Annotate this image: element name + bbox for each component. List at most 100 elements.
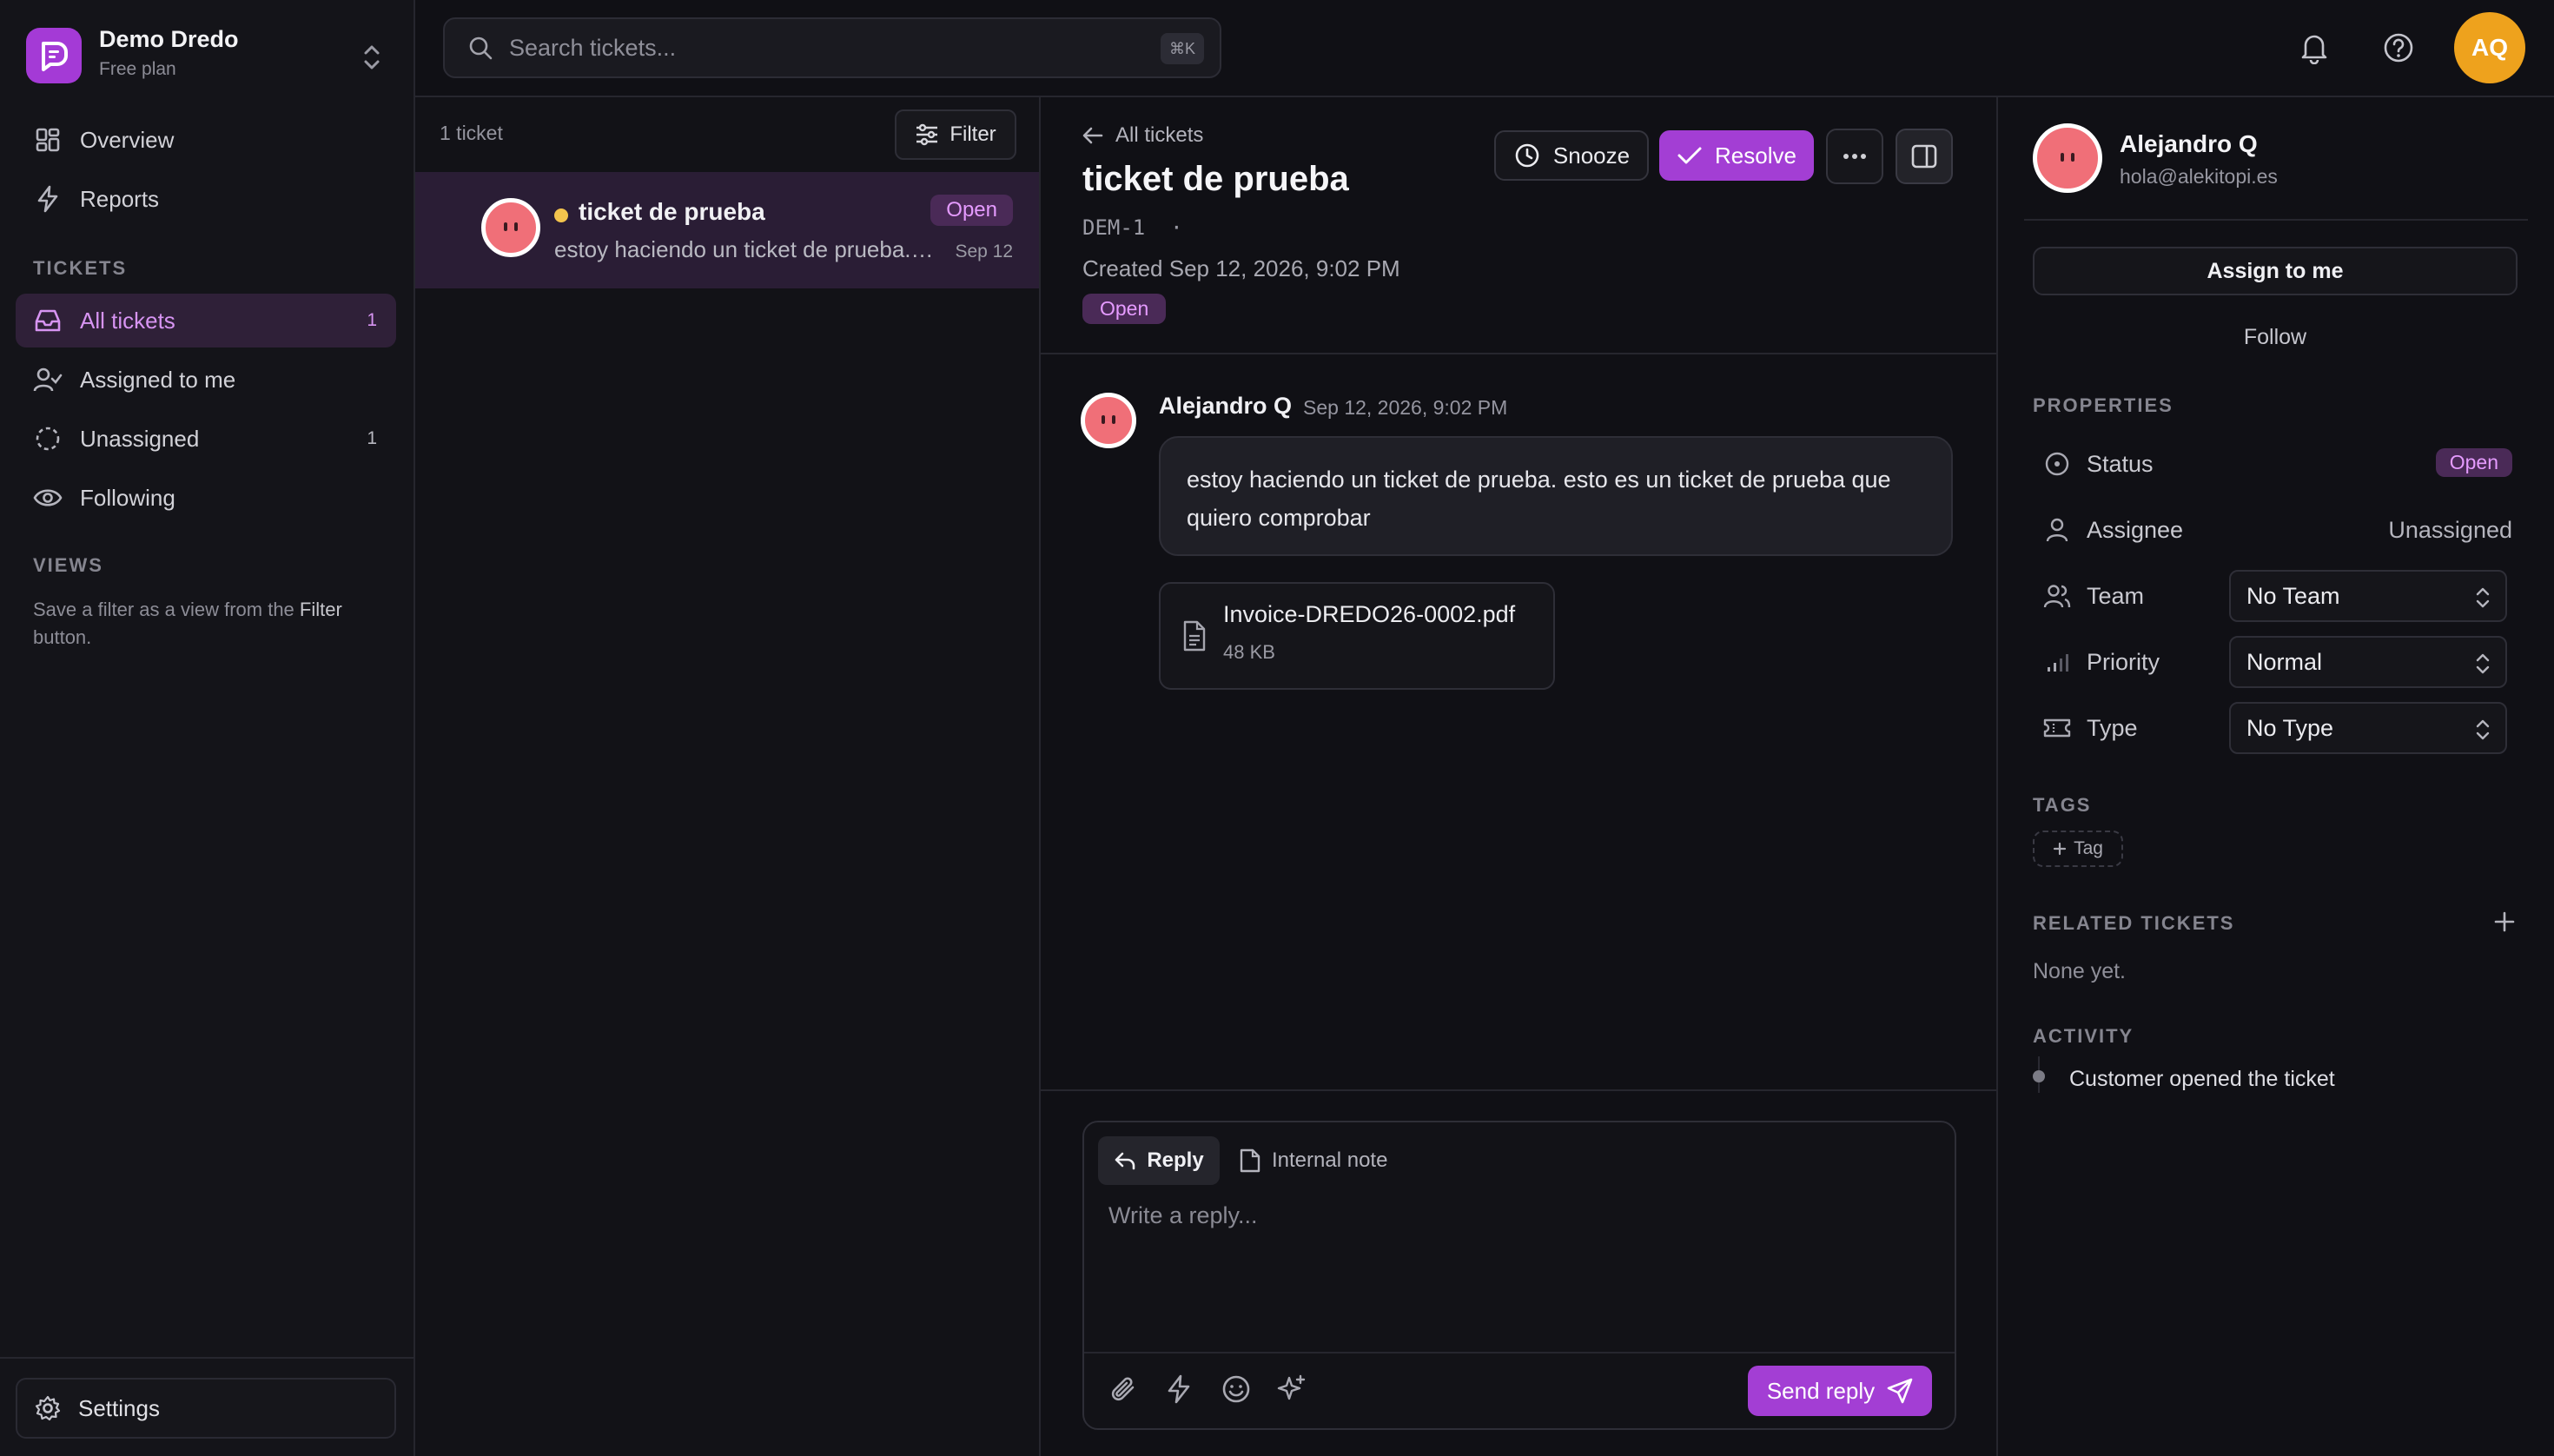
help-icon[interactable] (2382, 31, 2415, 64)
search-box[interactable]: ⌘K (443, 17, 1221, 78)
customer-name[interactable]: Alejandro Q (2120, 130, 2258, 158)
tab-internal-note[interactable]: Internal note (1239, 1136, 1387, 1185)
grid-icon (33, 125, 63, 155)
back-to-all-tickets[interactable]: All tickets (1082, 123, 1203, 148)
reply-input[interactable] (1108, 1202, 1934, 1324)
nav-all-tickets[interactable]: All tickets 1 (16, 294, 396, 347)
nav-label: All tickets (80, 307, 175, 334)
settings-button[interactable]: Settings (16, 1378, 396, 1439)
property-label: Assignee (2087, 516, 2184, 543)
paperclip-icon[interactable] (1110, 1374, 1138, 1404)
ticket-snippet: estoy haciendo un ticket de prueba. esto… (554, 236, 936, 262)
views-hint: Save a filter as a view from the Filter … (33, 599, 342, 648)
note-icon (1239, 1148, 1261, 1173)
type-select-value: No Type (2246, 714, 2334, 741)
property-status: Status Open (2043, 438, 2512, 490)
assign-to-me-button[interactable]: Assign to me (2033, 247, 2518, 295)
sidebar-panel-icon (1911, 144, 1937, 169)
team-select[interactable]: No Team (2229, 570, 2507, 622)
more-horizontal-icon (1843, 153, 1867, 160)
tags-label: TAGS (2033, 794, 2092, 816)
reply-arrow-icon (1114, 1151, 1136, 1170)
message-time: Sep 12, 2026, 9:02 PM (1303, 396, 1508, 419)
ticket-title: ticket de prueba (579, 198, 765, 225)
chevron-updown-icon (2474, 652, 2491, 676)
workspace-plan: Free plan (99, 59, 176, 79)
ticket-details-panel: Alejandro Q hola@alekitopi.es Assign to … (1998, 97, 2554, 1456)
resolve-button[interactable]: Resolve (1659, 130, 1814, 181)
add-tag-label: Tag (2074, 838, 2103, 858)
chevron-updown-icon (2474, 718, 2491, 742)
snooze-button[interactable]: Snooze (1494, 130, 1649, 181)
nav-count: 1 (367, 428, 377, 448)
composer-toolbar-divider (1084, 1352, 1955, 1353)
nav-assigned-to-me[interactable]: Assigned to me (16, 353, 396, 407)
bolt-icon (33, 184, 63, 214)
arrow-left-icon (1082, 126, 1103, 145)
add-tag-button[interactable]: Tag (2033, 831, 2123, 867)
check-icon (1677, 145, 1703, 166)
tab-reply[interactable]: Reply (1098, 1136, 1220, 1185)
toggle-details-panel-button[interactable] (1896, 129, 1953, 184)
nav-label: Unassigned (80, 425, 200, 452)
users-icon (2043, 583, 2071, 609)
add-related-ticket-icon[interactable] (2493, 910, 2516, 933)
tickets-section-label: TICKETS (33, 257, 128, 279)
user-avatar[interactable]: AQ (2454, 12, 2525, 83)
nav-unassigned[interactable]: Unassigned 1 (16, 412, 396, 466)
nav-following[interactable]: Following (16, 471, 396, 525)
ticket-row[interactable]: ticket de prueba Open estoy haciendo un … (415, 172, 1039, 288)
workspace-switcher-icon[interactable] (360, 42, 384, 73)
ticket-date: Sep 12 (955, 242, 1013, 261)
snooze-label: Snooze (1552, 142, 1631, 169)
nav-count: 1 (367, 310, 377, 330)
app-logo[interactable] (26, 28, 82, 83)
properties-label: PROPERTIES (2033, 394, 2174, 416)
search-input[interactable] (509, 34, 1117, 62)
message-bubble: estoy haciendo un ticket de prueba. esto… (1159, 436, 1953, 556)
dashed-circle-icon (33, 424, 63, 453)
activity-label: ACTIVITY (2033, 1025, 2134, 1047)
nav-overview[interactable]: Overview (16, 113, 396, 167)
ticket-header: All tickets ticket de prueba DEM-1 · Cre… (1041, 97, 1996, 354)
chat-logo-icon (42, 42, 68, 71)
nav-label: Overview (80, 126, 175, 153)
sliders-icon (915, 123, 939, 146)
emoji-icon[interactable] (1221, 1374, 1251, 1404)
sparkles-icon[interactable] (1277, 1374, 1307, 1404)
filter-button[interactable]: Filter (895, 109, 1016, 160)
follow-button[interactable]: Follow (2033, 313, 2518, 361)
workspace-name[interactable]: Demo Dredo (99, 26, 239, 53)
user-check-icon (33, 365, 63, 394)
ticket-icon (2043, 717, 2071, 739)
bell-icon[interactable] (2299, 31, 2330, 64)
gear-icon (35, 1395, 61, 1421)
priority-select[interactable]: Normal (2229, 636, 2507, 688)
customer-avatar (481, 198, 540, 257)
chevron-updown-icon (2474, 586, 2491, 610)
customer-email: hola@alekitopi.es (2120, 165, 2278, 188)
property-label: Priority (2087, 648, 2160, 675)
send-reply-button[interactable]: Send reply (1748, 1366, 1932, 1416)
priority-select-value: Normal (2246, 648, 2323, 675)
back-label: All tickets (1115, 123, 1204, 147)
status-circle-icon (2043, 451, 2071, 477)
sidebar: Demo Dredo Free plan Overview Reports TI… (0, 0, 415, 1456)
conversation-panel: All tickets ticket de prueba DEM-1 · Cre… (1041, 97, 1998, 1456)
more-options-button[interactable] (1826, 129, 1883, 184)
team-select-value: No Team (2246, 582, 2340, 609)
status-badge[interactable]: Open (2435, 448, 2512, 477)
file-icon (1181, 620, 1208, 652)
property-assignee: Assignee Unassigned (2043, 504, 2512, 556)
type-select[interactable]: No Type (2229, 702, 2507, 754)
reply-composer: Reply Internal note Send reply (1082, 1121, 1956, 1430)
send-icon (1887, 1378, 1913, 1404)
nav-reports[interactable]: Reports (16, 172, 396, 226)
lightning-icon[interactable] (1166, 1374, 1192, 1404)
assignee-value[interactable]: Unassigned (2388, 517, 2512, 544)
message-author-avatar (1081, 393, 1136, 448)
property-label: Team (2087, 582, 2145, 609)
attachment-card[interactable]: Invoice-DREDO26-0002.pdf 48 KB (1159, 582, 1555, 690)
ticket-title-heading: ticket de prueba (1082, 160, 1349, 198)
inbox-icon (33, 306, 63, 335)
